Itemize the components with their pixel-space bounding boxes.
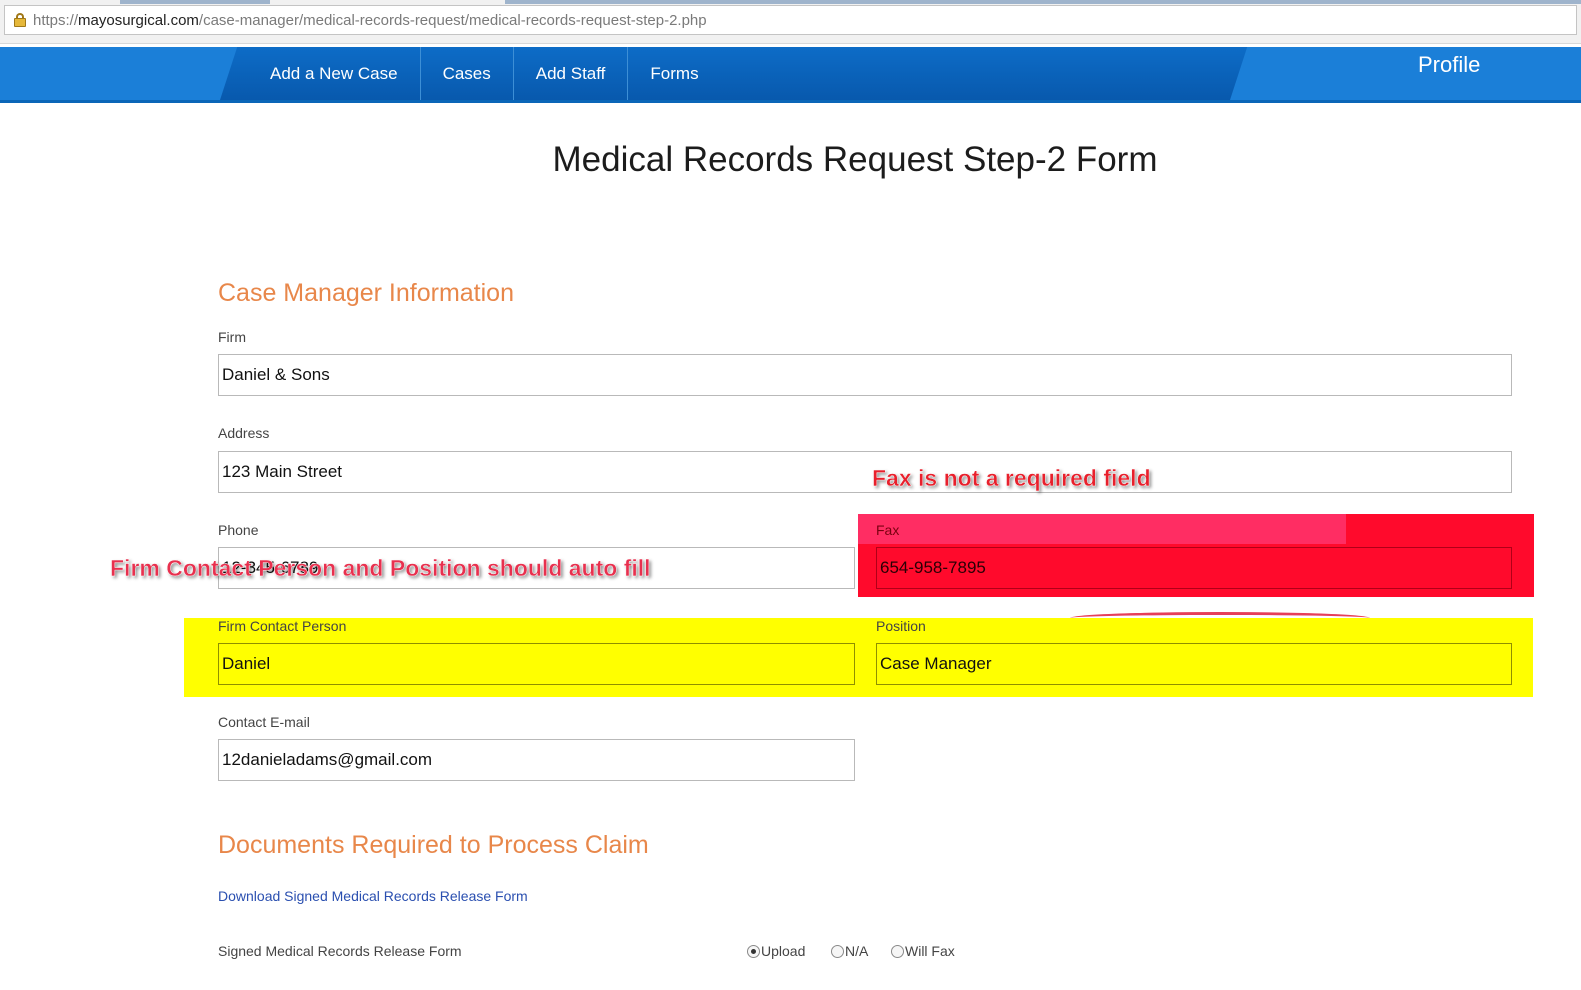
annotation-curve [1070, 612, 1370, 624]
nav-menu: Add a New Case Cases Add Staff Forms [248, 47, 721, 100]
documents-heading: Documents Required to Process Claim [218, 831, 649, 859]
will-fax-radio-label: Will Fax [905, 943, 955, 959]
nav-forms[interactable]: Forms [628, 47, 720, 100]
browser-tab[interactable] [120, 0, 270, 4]
contact-person-input[interactable] [218, 643, 855, 685]
position-label: Position [876, 618, 926, 634]
radio-na-option[interactable]: N/A [831, 943, 868, 959]
upload-radio[interactable] [747, 944, 760, 958]
contact-person-label: Firm Contact Person [218, 618, 347, 634]
profile-link[interactable]: Profile [1418, 52, 1480, 78]
phone-label: Phone [218, 522, 259, 538]
email-label: Contact E-mail [218, 714, 310, 730]
radio-will-fax-option[interactable]: Will Fax [891, 943, 955, 959]
url-path: /case-manager/medical-records-request/me… [198, 11, 707, 29]
browser-toolbar: https://mayosurgical.com/case-manager/me… [0, 0, 1581, 44]
upload-radio-label: Upload [761, 943, 806, 959]
address-label: Address [218, 425, 270, 441]
na-radio-label: N/A [845, 943, 869, 959]
autofill-annotation: Firm Contact Person and Position should … [110, 555, 651, 581]
address-bar[interactable]: https://mayosurgical.com/case-manager/me… [4, 5, 1577, 35]
email-input[interactable] [218, 739, 855, 781]
url-domain: mayosurgical.com [78, 11, 199, 29]
address-input[interactable] [218, 451, 1512, 493]
page-title: Medical Records Request Step-2 Form [552, 140, 1158, 179]
case-manager-heading: Case Manager Information [218, 279, 514, 307]
fax-label: Fax [876, 522, 900, 538]
position-input[interactable] [876, 643, 1512, 685]
fax-highlight-stripe [858, 514, 1346, 544]
browser-tab[interactable] [505, 0, 1581, 4]
nav-add-new-case[interactable]: Add a New Case [248, 47, 421, 100]
firm-input[interactable] [218, 354, 1512, 396]
firm-label: Firm [218, 329, 246, 345]
nav-cases[interactable]: Cases [421, 47, 514, 100]
radio-upload-option[interactable]: Upload [747, 943, 805, 959]
fax-input[interactable] [876, 547, 1512, 589]
download-release-form-link[interactable]: Download Signed Medical Records Release … [218, 888, 528, 904]
fax-annotation: Fax is not a required field [872, 465, 1151, 491]
lock-icon [13, 13, 27, 27]
na-radio[interactable] [831, 944, 844, 958]
will-fax-radio[interactable] [891, 944, 904, 958]
url-scheme: https:// [33, 11, 79, 29]
nav-add-staff[interactable]: Add Staff [514, 47, 629, 100]
main-nav: Add a New Case Cases Add Staff Forms Pro… [0, 47, 1581, 103]
release-form-label: Signed Medical Records Release Form [218, 943, 462, 959]
